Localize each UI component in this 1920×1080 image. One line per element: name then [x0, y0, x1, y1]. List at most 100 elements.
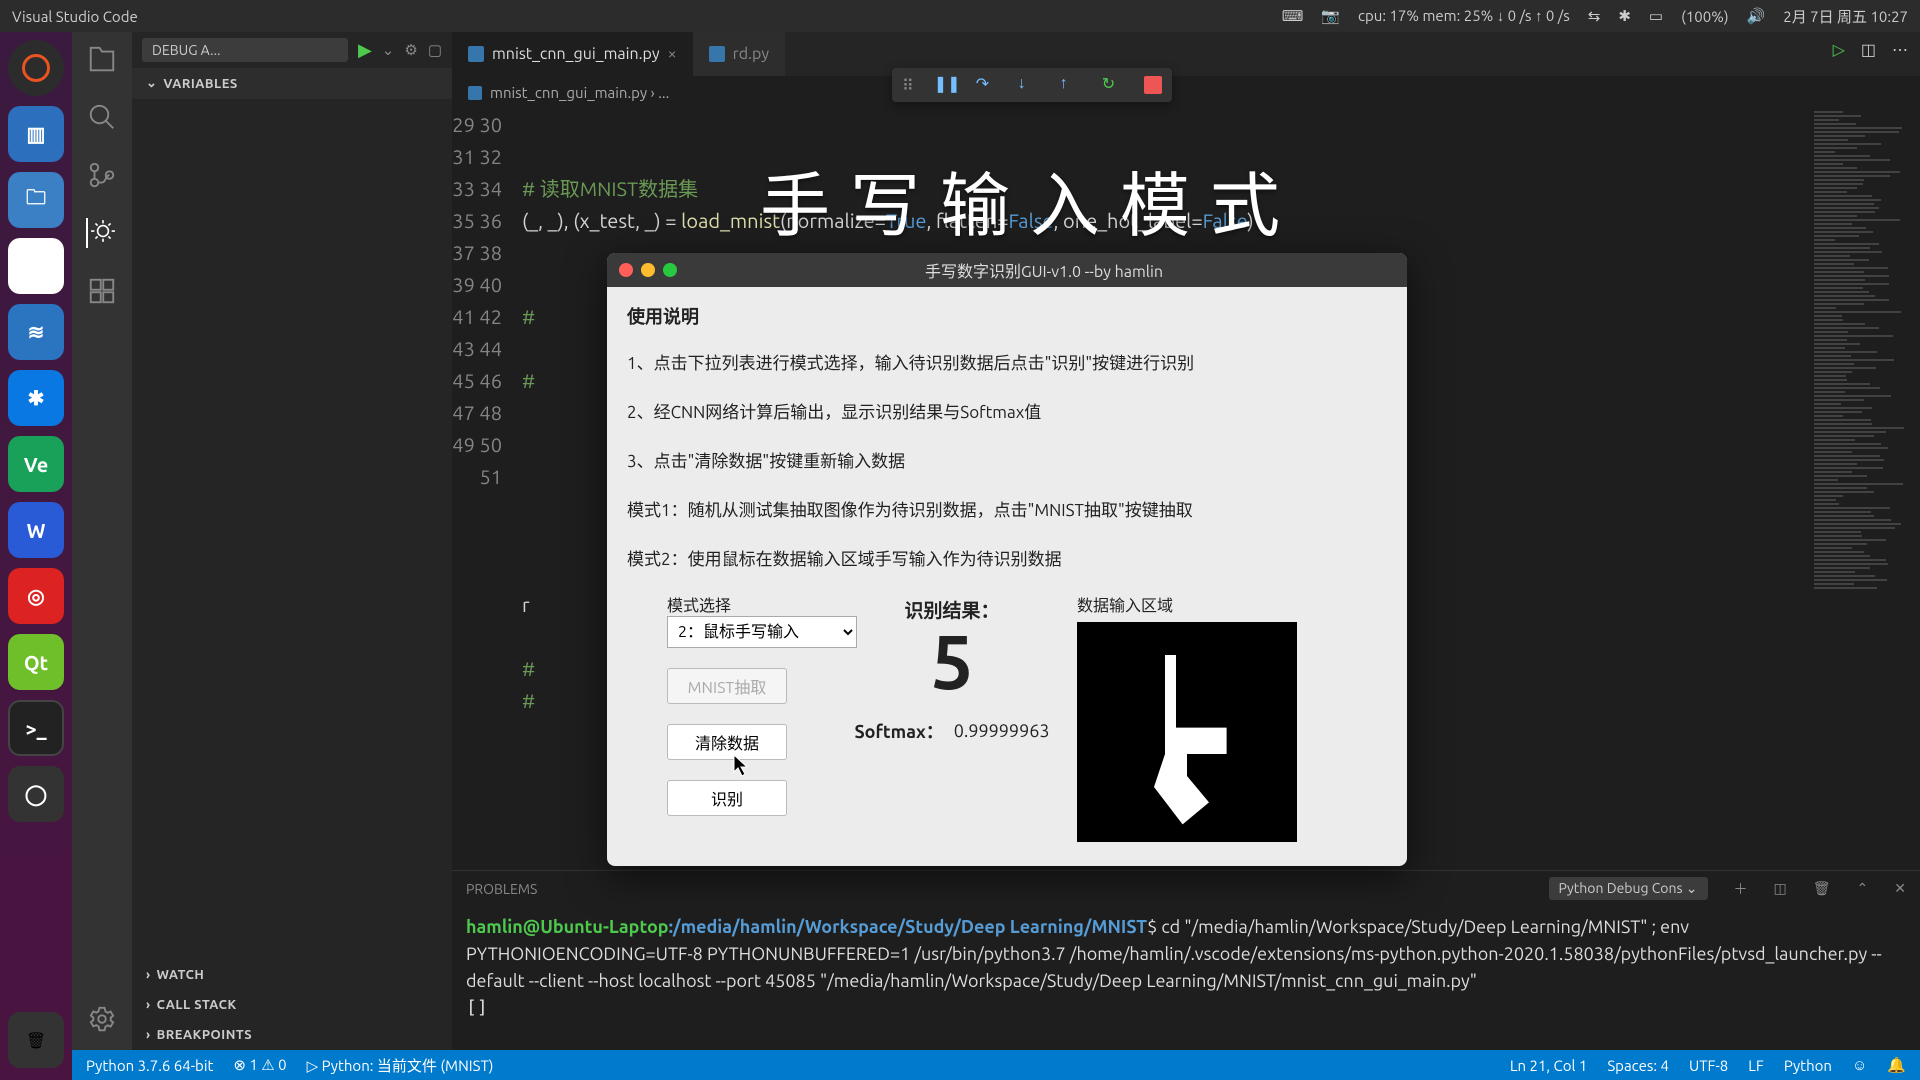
clear-data-button[interactable]: 清除数据 — [667, 724, 787, 760]
screenshot-icon[interactable]: 📷 — [1321, 7, 1340, 25]
result-value: 5 — [931, 619, 974, 704]
keyboard-icon[interactable]: ⌨ — [1282, 7, 1304, 25]
debug-console-icon[interactable]: ▢ — [428, 41, 442, 59]
breadcrumb[interactable]: mnist_cnn_gui_main.py › ... — [452, 76, 1920, 109]
start-debug-button[interactable]: ▶ — [358, 40, 372, 61]
activity-bar — [72, 32, 132, 1050]
recognize-button[interactable]: 识别 — [667, 780, 787, 816]
scm-icon[interactable] — [87, 160, 117, 190]
status-bar: Python 3.7.6 64-bit ⊗ 1 ⚠ 0 ▷ Python: 当前… — [72, 1050, 1920, 1080]
callstack-section[interactable]: › CALL STACK — [132, 990, 452, 1020]
launcher-qt[interactable]: Qt — [8, 634, 64, 690]
status-bell-icon[interactable]: 🔔 — [1887, 1056, 1906, 1074]
close-panel-icon[interactable]: ✕ — [1894, 880, 1906, 897]
clock[interactable]: 2月 7日 周五 10:27 — [1783, 6, 1908, 27]
minimize-icon[interactable] — [641, 263, 655, 277]
debug-toolbar[interactable]: ⠿ ❚❚ ↷ ↓ ↑ ↻ — [892, 68, 1172, 102]
launcher-nautilus[interactable]: 🗀 — [8, 172, 64, 228]
editor-tabs: mnist_cnn_gui_main.py × rd.py — [452, 32, 1920, 76]
launcher-vscode[interactable]: ≋ — [8, 304, 64, 360]
maximize-panel-icon[interactable]: ⌃ — [1857, 880, 1869, 897]
split-terminal-icon[interactable]: ◫ — [1774, 880, 1787, 897]
launcher-wps[interactable]: W — [8, 502, 64, 558]
system-tray: ⌨ 📷 cpu: 17% mem: 25% ↓ 0 /s ↑ 0 /s ⇆ ✱ … — [1282, 6, 1908, 27]
wifi-icon[interactable]: ⇆ — [1588, 7, 1601, 25]
settings-icon[interactable] — [87, 1004, 117, 1034]
variables-section[interactable]: ⌄ VARIABLES — [132, 68, 452, 99]
restart-icon[interactable]: ↻ — [1102, 74, 1124, 96]
status-encoding[interactable]: UTF-8 — [1689, 1057, 1728, 1074]
python-file-icon — [709, 46, 725, 62]
terminal-output[interactable]: hamlin@Ubuntu-Laptop:/media/hamlin/Works… — [452, 906, 1920, 1050]
close-icon[interactable] — [619, 263, 633, 277]
step-into-icon[interactable]: ↓ — [1018, 74, 1040, 96]
status-run[interactable]: ▷ Python: 当前文件 (MNIST) — [307, 1055, 494, 1076]
launcher-chrome[interactable]: ◉ — [8, 238, 64, 294]
debug-settings-icon[interactable]: ⚙ — [404, 41, 417, 59]
instruction-1: 1、点击下拉列表进行模式选择，输入待识别数据后点击"识别"按键进行识别 — [627, 349, 1387, 374]
battery-icon[interactable]: ▭ — [1649, 7, 1663, 25]
debug-config-dropdown[interactable]: ⌄ — [382, 41, 395, 59]
tab-rd[interactable]: rd.py — [693, 32, 785, 76]
problems-tab[interactable]: PROBLEMS — [466, 881, 537, 897]
status-position[interactable]: Ln 21, Col 1 — [1510, 1057, 1587, 1074]
launcher-terminal[interactable]: >_ — [8, 700, 64, 756]
status-lang[interactable]: Python — [1784, 1057, 1832, 1074]
run-file-icon[interactable]: ▷ — [1833, 40, 1845, 59]
mode-select-label: 模式选择 — [667, 597, 731, 615]
extensions-icon[interactable] — [87, 276, 117, 306]
terminal-select[interactable]: Python Debug Cons ⌄ — [1549, 877, 1708, 900]
launcher-star[interactable]: ✱ — [8, 370, 64, 426]
search-icon[interactable] — [87, 102, 117, 132]
maximize-icon[interactable] — [663, 263, 677, 277]
launcher-red[interactable]: ◎ — [8, 568, 64, 624]
more-actions-icon[interactable]: ⋯ — [1892, 40, 1908, 59]
mode-1-desc: 模式1：随机从测试集抽取图像作为待识别数据，点击"MNIST抽取"按键抽取 — [627, 496, 1387, 521]
mnist-extract-button: MNIST抽取 — [667, 668, 787, 704]
volume-icon[interactable]: 🔊 — [1747, 7, 1766, 25]
drag-handle-icon[interactable]: ⠿ — [902, 76, 914, 95]
minimap[interactable] — [1810, 109, 1920, 870]
step-over-icon[interactable]: ↷ — [976, 74, 998, 96]
status-python[interactable]: Python 3.7.6 64-bit — [86, 1057, 213, 1074]
instructions-heading: 使用说明 — [627, 303, 1387, 329]
status-spaces[interactable]: Spaces: 4 — [1607, 1057, 1669, 1074]
launcher-files[interactable]: ▥ — [8, 106, 64, 162]
sys-stats: cpu: 17% mem: 25% ↓ 0 /s ↑ 0 /s — [1358, 7, 1570, 25]
split-editor-icon[interactable]: ◫ — [1861, 40, 1876, 59]
softmax-label: Softmax： — [854, 718, 943, 744]
status-problems[interactable]: ⊗ 1 ⚠ 0 — [233, 1056, 286, 1074]
instruction-3: 3、点击"清除数据"按键重新输入数据 — [627, 447, 1387, 472]
tab-label: rd.py — [733, 45, 769, 63]
mode-2-desc: 模式2：使用鼠标在数据输入区域手写输入作为待识别数据 — [627, 545, 1387, 570]
launcher-camera[interactable]: ◯ — [8, 766, 64, 822]
softmax-value: 0.99999963 — [954, 721, 1050, 741]
debug-config-select[interactable]: DEBUG A... — [142, 38, 348, 62]
breakpoints-section[interactable]: › BREAKPOINTS — [132, 1020, 452, 1050]
new-terminal-icon[interactable]: ＋ — [1734, 879, 1748, 899]
explorer-icon[interactable] — [87, 44, 117, 74]
close-tab-icon[interactable]: × — [668, 45, 677, 63]
launcher-ve[interactable]: Ve — [8, 436, 64, 492]
stop-icon[interactable] — [1144, 76, 1162, 94]
python-file-icon — [468, 46, 484, 62]
status-eol[interactable]: LF — [1748, 1057, 1764, 1074]
launcher-trash[interactable]: 🗑 — [8, 1012, 64, 1068]
watch-section[interactable]: › WATCH — [132, 960, 452, 990]
gui-titlebar[interactable]: 手写数字识别GUI-v1.0 --by hamlin — [607, 253, 1407, 287]
drawing-canvas[interactable] — [1077, 622, 1297, 842]
step-out-icon[interactable]: ↑ — [1060, 74, 1082, 96]
tab-main[interactable]: mnist_cnn_gui_main.py × — [452, 32, 693, 76]
dash-icon[interactable] — [8, 40, 64, 96]
pause-icon[interactable]: ❚❚ — [934, 74, 956, 96]
panel: PROBLEMS Python Debug Cons ⌄ ＋ ◫ 🗑 ⌃ ✕ h… — [452, 870, 1920, 1050]
gui-title: 手写数字识别GUI-v1.0 --by hamlin — [693, 258, 1395, 282]
debug-icon[interactable] — [86, 218, 116, 248]
ubuntu-launcher: ▥ 🗀 ◉ ≋ ✱ Ve W ◎ Qt >_ ◯ 🗑 — [0, 32, 72, 1080]
window-title: Visual Studio Code — [12, 8, 1282, 25]
system-top-bar: Visual Studio Code ⌨ 📷 cpu: 17% mem: 25%… — [0, 0, 1920, 32]
status-feedback[interactable]: ☺ — [1852, 1056, 1867, 1074]
kill-terminal-icon[interactable]: 🗑 — [1813, 880, 1831, 897]
battery-text: (100%) — [1681, 8, 1728, 25]
bluetooth-icon[interactable]: ✱ — [1618, 7, 1631, 25]
